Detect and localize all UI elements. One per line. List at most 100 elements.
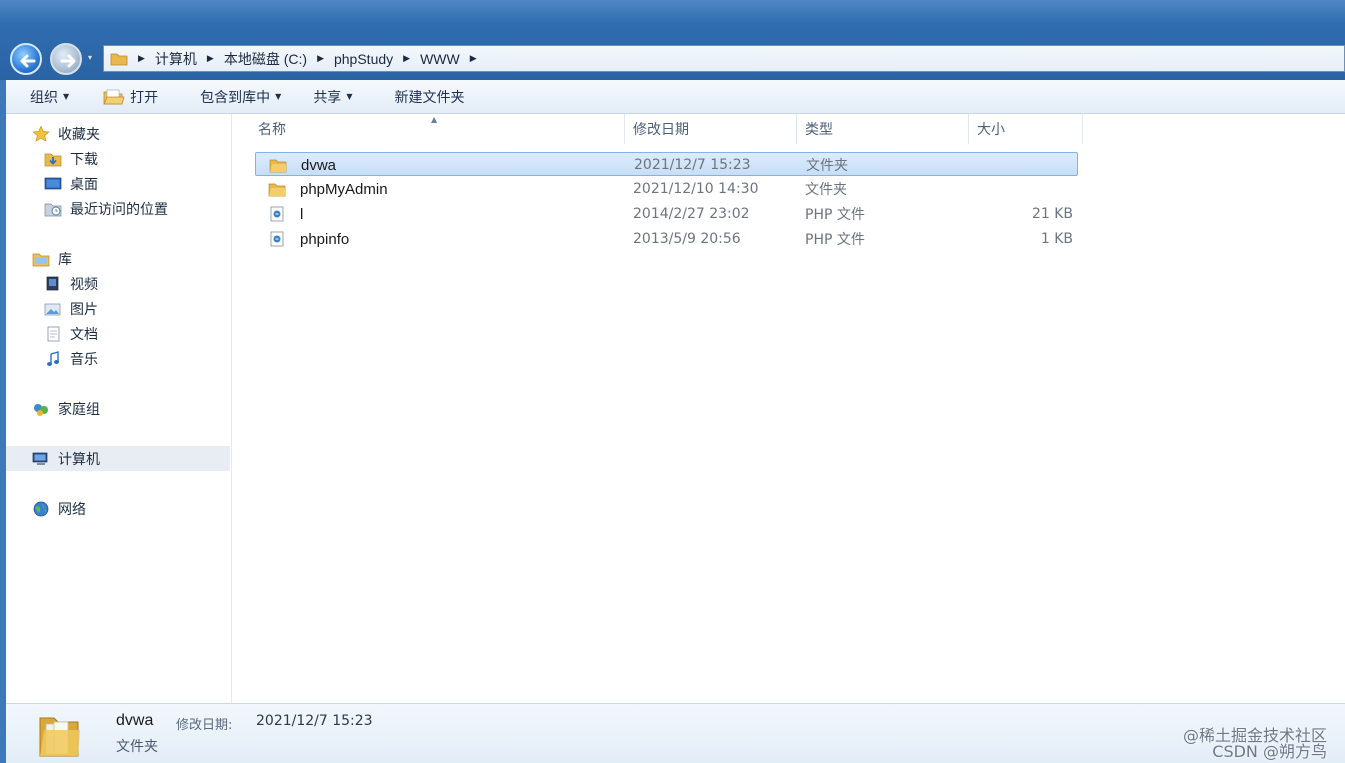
chevron-right-icon[interactable]: ▶ xyxy=(317,54,324,64)
nav-label: 音乐 xyxy=(70,352,98,368)
new-folder-button[interactable]: 新建文件夹 xyxy=(384,87,474,107)
sort-ascending-icon: ▲ xyxy=(431,115,438,124)
include-in-library-button[interactable]: 包含到库中 ▼ xyxy=(190,87,291,107)
file-type: 文件夹 xyxy=(805,182,847,198)
nav-label: 视频 xyxy=(70,277,98,293)
breadcrumb-computer[interactable]: 计算机 xyxy=(155,49,197,69)
large-folder-icon xyxy=(34,710,84,760)
nav-item-favorites[interactable]: 收藏夹 xyxy=(32,123,100,145)
address-bar[interactable]: ▶ 计算机 ▶ 本地磁盘 (C:) ▶ phpStudy ▶ WWW ▶ xyxy=(103,45,1345,72)
file-name-cell: phpinfo xyxy=(268,227,349,251)
folder-icon xyxy=(110,52,128,66)
breadcrumb-phpstudy[interactable]: phpStudy xyxy=(334,51,393,67)
modified-date-value: 2021/12/7 15:23 xyxy=(256,713,373,729)
nav-item-pictures[interactable]: 图片 xyxy=(44,298,98,320)
nav-label: 网络 xyxy=(58,502,86,518)
column-header-size[interactable]: 大小 xyxy=(969,114,1083,144)
selected-item-type: 文件夹 xyxy=(116,739,158,755)
selected-item-name: dvwa xyxy=(116,712,154,729)
homegroup-icon xyxy=(32,401,50,417)
column-header-date[interactable]: 修改日期 xyxy=(625,114,797,144)
php-file-icon xyxy=(268,231,286,247)
nav-item-desktop[interactable]: 桌面 xyxy=(44,173,98,195)
nav-label: 库 xyxy=(58,252,72,268)
libraries-icon xyxy=(32,251,50,267)
chevron-down-icon: ▼ xyxy=(275,92,282,101)
nav-label: 家庭组 xyxy=(58,402,100,418)
computer-icon xyxy=(32,451,50,467)
video-icon xyxy=(44,276,62,292)
star-icon xyxy=(32,125,50,142)
column-header-type[interactable]: 类型 xyxy=(797,114,969,144)
file-date: 2021/12/7 15:23 xyxy=(634,157,751,173)
file-size: 21 KB xyxy=(1031,206,1073,222)
back-button[interactable] xyxy=(10,43,42,75)
chevron-right-icon[interactable]: ▶ xyxy=(138,54,145,64)
file-name-cell: l xyxy=(268,202,303,226)
network-globe-icon xyxy=(32,501,50,517)
file-date: 2014/2/27 23:02 xyxy=(633,206,750,222)
file-name: phpMyAdmin xyxy=(300,180,388,198)
command-bar: 组织 ▼ 打开 包含到库中 ▼ 共享 ▼ 新建文件夹 xyxy=(6,80,1345,114)
chevron-right-icon[interactable]: ▶ xyxy=(470,54,477,64)
nav-label: 最近访问的位置 xyxy=(70,202,168,218)
nav-item-libraries[interactable]: 库 xyxy=(32,248,72,270)
nav-label: 文档 xyxy=(70,327,98,343)
nav-item-computer[interactable]: 计算机 xyxy=(32,448,100,470)
nav-item-homegroup[interactable]: 家庭组 xyxy=(32,398,100,420)
downloads-folder-icon xyxy=(44,151,62,167)
desktop-icon xyxy=(44,176,62,192)
pictures-icon xyxy=(44,301,62,317)
details-pane: dvwa 修改日期: 2021/12/7 15:23 文件夹 @稀土掘金技术社区… xyxy=(6,703,1345,763)
file-name: l xyxy=(300,205,304,223)
breadcrumb-www[interactable]: WWW xyxy=(420,51,460,67)
file-name-cell: dvwa xyxy=(269,153,336,177)
forward-arrow-icon xyxy=(60,54,76,68)
php-file-icon xyxy=(268,206,286,222)
back-arrow-icon xyxy=(20,54,36,68)
nav-label: 下载 xyxy=(70,152,98,168)
file-size: 1 KB xyxy=(1040,231,1073,247)
share-label: 共享 xyxy=(313,89,342,106)
file-row-phpinfo[interactable]: phpinfo 2013/5/9 20:56 PHP 文件 1 KB xyxy=(255,227,1078,251)
nav-item-documents[interactable]: 文档 xyxy=(44,323,98,345)
folder-icon xyxy=(268,181,286,197)
file-name: phpinfo xyxy=(300,230,350,248)
file-list: 名称 ▲ 修改日期 类型 大小 dvwa 2021/12/7 15:23 文件夹… xyxy=(233,114,1345,703)
forward-button[interactable] xyxy=(50,43,82,75)
share-button[interactable]: 共享 ▼ xyxy=(303,87,362,107)
recent-pages-dropdown[interactable]: ▾ xyxy=(88,54,96,62)
file-size xyxy=(976,153,1074,177)
open-button[interactable]: 打开 xyxy=(93,87,168,107)
file-row-phpmyadmin[interactable]: phpMyAdmin 2021/12/10 14:30 文件夹 xyxy=(255,177,1078,201)
music-icon xyxy=(44,351,62,367)
open-label: 打开 xyxy=(130,89,159,106)
chevron-right-icon[interactable]: ▶ xyxy=(403,54,410,64)
file-name: dvwa xyxy=(301,156,337,174)
column-header-name[interactable]: 名称 ▲ xyxy=(233,114,625,144)
file-date: 2013/5/9 20:56 xyxy=(633,231,741,247)
file-row-dvwa[interactable]: dvwa 2021/12/7 15:23 文件夹 xyxy=(255,152,1078,176)
column-header-label: 修改日期 xyxy=(633,122,689,138)
organize-button[interactable]: 组织 ▼ xyxy=(20,87,79,107)
chevron-right-icon[interactable]: ▶ xyxy=(207,54,214,64)
file-name-cell: phpMyAdmin xyxy=(268,177,388,201)
watermark-text: CSDN @朔方鸟 xyxy=(1212,742,1327,761)
breadcrumb-local-disk[interactable]: 本地磁盘 (C:) xyxy=(224,49,307,69)
file-row-l[interactable]: l 2014/2/27 23:02 PHP 文件 21 KB xyxy=(255,202,1078,226)
nav-label: 计算机 xyxy=(58,452,100,468)
nav-item-recent-places[interactable]: 最近访问的位置 xyxy=(44,198,168,220)
file-type: PHP 文件 xyxy=(805,232,865,248)
nav-item-music[interactable]: 音乐 xyxy=(44,348,98,370)
nav-item-videos[interactable]: 视频 xyxy=(44,273,98,295)
open-folder-icon xyxy=(103,89,125,105)
column-header-label: 类型 xyxy=(805,122,833,138)
nav-item-downloads[interactable]: 下载 xyxy=(44,148,98,170)
documents-icon xyxy=(44,326,62,342)
navigation-pane: 收藏夹 下载 桌面 最近访问的位置 库 视频 图片 文档 音乐 家庭组 计算机 … xyxy=(6,114,232,703)
chevron-down-icon: ▼ xyxy=(346,92,353,101)
file-size xyxy=(975,177,1073,201)
nav-item-network[interactable]: 网络 xyxy=(32,498,86,520)
title-bar: ▾ ▶ 计算机 ▶ 本地磁盘 (C:) ▶ phpStudy ▶ WWW ▶ xyxy=(0,0,1345,80)
column-header-label: 名称 xyxy=(258,122,286,138)
